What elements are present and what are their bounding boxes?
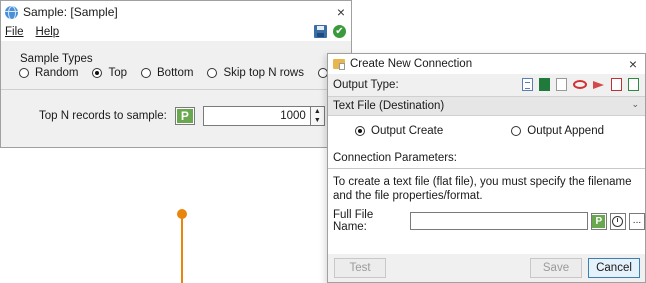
radio-random[interactable]: Random (19, 67, 78, 79)
menu-bar: File Help ✔ (1, 23, 351, 41)
sample-types-label: Sample Types (20, 53, 93, 65)
radio-label: Output Append (527, 125, 604, 137)
window-title: Sample: [Sample] (23, 5, 118, 19)
sample-window: Sample: [Sample] × File Help ✔ Sample Ty… (0, 0, 352, 148)
radio-label: Skip top N rows (223, 67, 304, 79)
spin-up-icon[interactable]: ▲ (311, 107, 324, 116)
menu-file[interactable]: File (5, 26, 24, 38)
divider (1, 89, 351, 90)
output-type-select[interactable]: Text File (Destination) ⌄ (328, 96, 645, 116)
radio-circle[interactable] (92, 68, 103, 78)
timestamp-button[interactable] (609, 212, 626, 230)
radio-circle[interactable] (355, 126, 365, 136)
excel-icon[interactable] (539, 78, 550, 91)
radio-skip-top-n[interactable]: Skip top N rows (207, 67, 304, 79)
top-n-label: Top N records to sample: (39, 110, 167, 122)
dialog-footer: Test Save Cancel (328, 254, 645, 282)
parameter-button[interactable]: P (590, 212, 607, 230)
spin-down-icon[interactable]: ▼ (311, 116, 324, 125)
radio-circle[interactable] (207, 68, 218, 78)
save-button[interactable]: Save (530, 258, 582, 278)
file-name-label: Full File Name: (333, 209, 374, 233)
pin-line (181, 214, 183, 283)
top-n-row: Top N records to sample: P 1000 ▲ ▼ (39, 106, 341, 126)
file-name-input[interactable] (409, 212, 588, 230)
pdf-icon[interactable] (611, 78, 622, 91)
arrow-icon[interactable] (593, 79, 605, 91)
radio-label: Top (108, 67, 128, 79)
create-connection-dialog: Create New Connection × Output Type: Tex… (327, 53, 646, 283)
cancel-button[interactable]: Cancel (588, 258, 640, 278)
radio-label: Output Create (371, 125, 444, 137)
test-button[interactable]: Test (334, 258, 386, 278)
oracle-icon[interactable] (573, 80, 587, 89)
radio-circle[interactable] (511, 126, 522, 136)
output-mode-row: Output Create Output Append (328, 116, 645, 147)
close-icon[interactable]: × (337, 4, 345, 20)
output-type-row: Output Type: (328, 74, 645, 96)
dialog-title: Create New Connection (350, 58, 473, 70)
top-n-spinner[interactable]: ▲ ▼ (310, 106, 325, 126)
params-label: Connection Parameters: (333, 152, 458, 164)
radio-circle[interactable] (19, 68, 29, 78)
radio-circle[interactable] (141, 68, 152, 78)
title-bar: Sample: [Sample] × (1, 1, 351, 23)
browse-label: ... (632, 215, 642, 226)
clock-icon (612, 215, 624, 227)
output-type-label: Output Type: (333, 79, 399, 91)
access-icon[interactable] (556, 78, 567, 91)
check-icon[interactable]: ✔ (333, 25, 346, 38)
top-n-input[interactable]: 1000 (202, 106, 311, 126)
connection-icon (333, 59, 345, 70)
pin-dot (177, 209, 187, 219)
output-type-icons (516, 78, 639, 91)
radio-output-create[interactable]: Output Create (355, 125, 443, 137)
output-type-value: Text File (Destination) (333, 100, 445, 112)
radio-output-append[interactable]: Output Append (511, 125, 604, 137)
chevron-down-icon: ⌄ (631, 99, 639, 109)
file-name-row: Full File Name: P ... (328, 209, 645, 233)
parameter-button[interactable]: P (174, 107, 195, 125)
radio-top[interactable]: Top (92, 67, 127, 79)
connection-parameters: Connection Parameters: To create a text … (328, 146, 645, 254)
close-icon[interactable]: × (629, 56, 637, 72)
parameter-p-icon: P (176, 109, 193, 123)
radio-bottom[interactable]: Bottom (141, 67, 193, 79)
parameter-p-icon: P (592, 214, 606, 228)
app-globe-icon (5, 5, 18, 19)
radio-label: Random (35, 67, 79, 79)
browse-button[interactable]: ... (628, 212, 645, 230)
sample-type-radios: Random Top Bottom Skip top N rows Ra (19, 67, 349, 79)
text-file-icon[interactable] (522, 78, 533, 91)
radio-label: Bottom (157, 67, 194, 79)
odf-icon[interactable] (628, 78, 639, 91)
dialog-title-bar: Create New Connection × (328, 54, 645, 74)
save-icon[interactable] (314, 25, 327, 38)
menu-help[interactable]: Help (36, 26, 60, 38)
params-description: To create a text file (flat file), you m… (333, 176, 632, 202)
